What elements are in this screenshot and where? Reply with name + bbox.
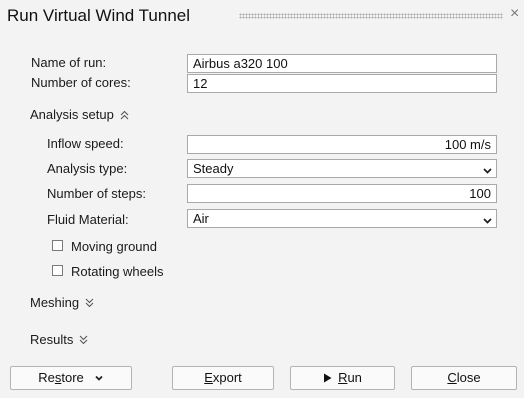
fluid-material-value: Air [193,211,209,226]
close-button[interactable]: Close [411,366,517,390]
restore-label-end: tore [61,370,84,385]
chevron-double-down-icon [79,333,88,348]
number-of-cores-input[interactable] [187,74,497,93]
chevron-double-down-icon [85,296,94,311]
restore-label-start: Re [38,370,55,385]
rotating-wheels-label: Rotating wheels [71,264,164,279]
number-of-steps-label: Number of steps: [47,186,146,201]
analysis-type-select[interactable]: Steady [187,159,497,178]
play-icon [323,368,332,390]
export-label-mnemonic: E [204,370,213,385]
results-label: Results [30,332,74,347]
number-of-steps-input[interactable] [187,184,497,203]
close-label-mnemonic: C [447,370,457,385]
name-of-run-input[interactable] [187,54,497,73]
analysis-type-value: Steady [193,161,234,176]
chevron-down-icon [482,163,493,174]
meshing-header[interactable]: Meshing [30,295,94,311]
fluid-material-select[interactable]: Air [187,209,497,228]
moving-ground-option[interactable]: Moving ground [52,239,182,255]
restore-button[interactable]: Restore [10,366,132,390]
analysis-setup-header[interactable]: Analysis setup [30,107,129,123]
inflow-speed-label: Inflow speed: [47,136,124,151]
drag-grip[interactable] [239,13,503,19]
rotating-wheels-checkbox[interactable] [52,265,63,276]
moving-ground-checkbox[interactable] [52,240,63,251]
chevron-down-icon [94,368,104,390]
inflow-speed-input[interactable] [187,135,497,154]
moving-ground-label: Moving ground [71,239,157,254]
results-header[interactable]: Results [30,332,88,348]
name-of-run-label: Name of run: [31,55,107,70]
dialog-title: Run Virtual Wind Tunnel [7,6,191,25]
meshing-label: Meshing [30,295,80,310]
close-icon[interactable]: × [510,4,519,24]
run-label-end: un [347,370,362,385]
number-of-cores-label: Number of cores: [31,75,131,90]
run-virtual-wind-tunnel-dialog: Run Virtual Wind Tunnel × Name of run: N… [0,0,524,398]
analysis-setup-label: Analysis setup [30,107,114,122]
run-button[interactable]: Run [290,366,395,390]
fluid-material-label: Fluid Material: [47,212,129,227]
close-label-end: lose [456,370,481,385]
chevron-down-icon [482,213,493,224]
analysis-type-label: Analysis type: [47,161,128,176]
chevron-double-up-icon [120,108,129,123]
rotating-wheels-option[interactable]: Rotating wheels [52,264,182,280]
export-label-end: xport [212,370,242,385]
export-button[interactable]: Export [172,366,274,390]
title-bar[interactable]: Run Virtual Wind Tunnel × [0,0,524,30]
